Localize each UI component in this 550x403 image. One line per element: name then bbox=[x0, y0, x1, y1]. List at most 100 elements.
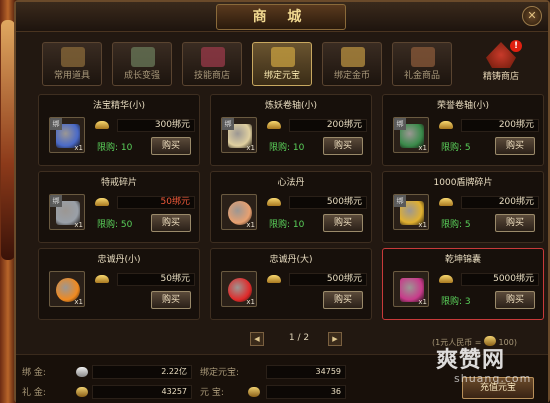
recharge-button[interactable]: 充值元宝 bbox=[462, 377, 534, 399]
item-price: 200绑元 bbox=[461, 119, 539, 132]
ingot-icon bbox=[248, 387, 260, 397]
skill-book-icon bbox=[201, 47, 225, 67]
close-button[interactable]: ✕ bbox=[522, 6, 542, 26]
tab-0[interactable]: 常用道具 bbox=[42, 42, 102, 86]
exchange-rate: (1元人民币 = 100) bbox=[432, 335, 517, 348]
bound-tag: 绑 bbox=[50, 195, 62, 207]
shop-tabs: 常用道具 成长变强 技能商店 绑定元宝 绑定金币 礼金商品 ! 精铸商店 bbox=[42, 40, 542, 86]
item-slot[interactable]: 绑 x1 bbox=[49, 117, 85, 153]
item-slot[interactable]: 绑 x1 bbox=[49, 194, 85, 230]
item-name: 法宝精华(小) bbox=[92, 101, 146, 111]
item-slot[interactable]: 绑 x1 bbox=[393, 194, 429, 230]
purchase-limit: 限购: 10 bbox=[269, 220, 305, 230]
item-name: 乾坤锦囊 bbox=[444, 255, 481, 265]
prev-page-button[interactable]: ◀ bbox=[250, 332, 264, 346]
item-quantity: x1 bbox=[246, 221, 255, 229]
item-card[interactable]: 乾坤锦囊 x1 5000绑元限购: 3 购买 bbox=[382, 248, 544, 320]
bound-ingot-icon bbox=[95, 275, 109, 283]
buy-button[interactable]: 购买 bbox=[323, 137, 363, 155]
ingot-label: 元 宝: bbox=[200, 388, 224, 398]
ingot-value: 36 bbox=[266, 385, 346, 399]
tab-3[interactable]: 绑定元宝 bbox=[252, 42, 312, 86]
character-figure bbox=[1, 20, 15, 260]
item-price: 50绑元 bbox=[117, 196, 195, 209]
buy-button[interactable]: 购买 bbox=[495, 214, 535, 232]
ingot-icon bbox=[484, 336, 496, 346]
item-card[interactable]: 炼妖卷轴(小) 绑 x1 200绑元限购: 10 购买 bbox=[210, 94, 372, 166]
item-price: 500绑元 bbox=[289, 273, 367, 286]
bound-tag: 绑 bbox=[50, 118, 62, 130]
item-slot[interactable]: 绑 x1 bbox=[221, 117, 257, 153]
item-quantity: x1 bbox=[246, 144, 255, 152]
buy-button[interactable]: 购买 bbox=[151, 137, 191, 155]
exchange-rate-value: 100) bbox=[498, 338, 517, 347]
item-card[interactable]: 荣誉卷轴(小) 绑 x1 200绑元 限购: 5 购买 bbox=[382, 94, 544, 166]
exchange-rate-text: (1元人民币 = bbox=[432, 338, 484, 347]
item-card[interactable]: 忠诚丹(小) x1 50绑元 购买 bbox=[38, 248, 200, 320]
purchase-limit: 限购: 5 bbox=[441, 143, 471, 153]
tab-label: 礼金商品 bbox=[403, 71, 440, 81]
purchase-limit: 限购: 10 bbox=[97, 143, 133, 153]
tab-1[interactable]: 成长变强 bbox=[112, 42, 172, 86]
item-name: 1000盾牌碎片 bbox=[433, 178, 493, 188]
bound-ingot-value: 34759 bbox=[266, 365, 346, 379]
item-card[interactable]: 忠诚丹(大) x1 500绑元购买 bbox=[210, 248, 372, 320]
bound-gold-icon bbox=[76, 367, 88, 377]
item-price: 50绑元 bbox=[117, 273, 195, 286]
item-name: 忠诚丹(大) bbox=[269, 255, 313, 265]
growth-icon bbox=[131, 47, 155, 67]
tab-label: 成长变强 bbox=[123, 71, 160, 81]
gift-gold-label: 礼 金: bbox=[22, 388, 46, 398]
item-card[interactable]: 法宝精华(小) 绑 x1 300绑元 限购: 10 购买 bbox=[38, 94, 200, 166]
currency-footer: 绑 金: 2.22亿 绑定元宝: 34759 礼 金: 43257 元 宝: 3… bbox=[16, 354, 548, 403]
tab-6[interactable]: ! 精铸商店 bbox=[474, 40, 528, 86]
item-quantity: x1 bbox=[418, 144, 427, 152]
bound-ingot-icon bbox=[271, 47, 295, 67]
item-slot[interactable]: x1 bbox=[221, 271, 257, 307]
tab-4[interactable]: 绑定金币 bbox=[322, 42, 382, 86]
bound-ingot-icon bbox=[267, 198, 281, 206]
gift-gold-icon bbox=[76, 387, 88, 397]
item-slot[interactable]: 绑 x1 bbox=[393, 117, 429, 153]
tab-label: 绑定金币 bbox=[333, 71, 370, 81]
purchase-limit: 限购: 5 bbox=[441, 220, 471, 230]
item-price: 5000绑元 bbox=[461, 273, 539, 286]
bound-ingot-label: 绑定元宝: bbox=[200, 368, 240, 378]
item-name: 心法丹 bbox=[277, 178, 305, 188]
item-name: 炼妖卷轴(小) bbox=[264, 101, 318, 111]
tab-2[interactable]: 技能商店 bbox=[182, 42, 242, 86]
item-card[interactable]: 心法丹 x1 500绑元限购: 10 购买 bbox=[210, 171, 372, 243]
bound-tag: 绑 bbox=[222, 118, 234, 130]
buy-button[interactable]: 购买 bbox=[495, 137, 535, 155]
item-quantity: x1 bbox=[418, 221, 427, 229]
bound-ingot-icon bbox=[95, 198, 109, 206]
tab-label: 技能商店 bbox=[193, 71, 230, 81]
item-card[interactable]: 1000盾牌碎片绑 x1 200绑元 限购: 5 购买 bbox=[382, 171, 544, 243]
item-card[interactable]: 特戒碎片绑 x1 50绑元 限购: 50 购买 bbox=[38, 171, 200, 243]
buy-button[interactable]: 购买 bbox=[151, 291, 191, 309]
gift-icon bbox=[411, 47, 435, 67]
item-slot[interactable]: x1 bbox=[221, 194, 257, 230]
tab-label: 常用道具 bbox=[53, 71, 90, 81]
item-quantity: x1 bbox=[74, 221, 83, 229]
purchase-limit: 限购: 50 bbox=[97, 220, 133, 230]
tab-label: 精铸商店 bbox=[482, 72, 519, 82]
item-price: 200绑元 bbox=[289, 119, 367, 132]
tab-label: 绑定元宝 bbox=[263, 71, 300, 81]
bound-gold-value: 2.22亿 bbox=[92, 365, 192, 379]
item-quantity: x1 bbox=[246, 298, 255, 306]
bound-ingot-icon bbox=[439, 121, 453, 129]
buy-button[interactable]: 购买 bbox=[323, 291, 363, 309]
item-price: 500绑元 bbox=[289, 196, 367, 209]
gift-gold-value: 43257 bbox=[92, 385, 192, 399]
tab-5[interactable]: 礼金商品 bbox=[392, 42, 452, 86]
purchase-limit: 限购: 3 bbox=[441, 297, 471, 307]
buy-button[interactable]: 购买 bbox=[151, 214, 191, 232]
item-slot[interactable]: x1 bbox=[49, 271, 85, 307]
item-slot[interactable]: x1 bbox=[393, 271, 429, 307]
item-grid: 法宝精华(小) 绑 x1 300绑元 限购: 10 购买 炼妖卷轴(小) 绑 x1 200绑元 限购… bbox=[38, 94, 548, 326]
next-page-button[interactable]: ▶ bbox=[328, 332, 342, 346]
buy-button[interactable]: 购买 bbox=[495, 291, 535, 309]
purchase-limit: 限购: 10 bbox=[269, 143, 305, 153]
buy-button[interactable]: 购买 bbox=[323, 214, 363, 232]
